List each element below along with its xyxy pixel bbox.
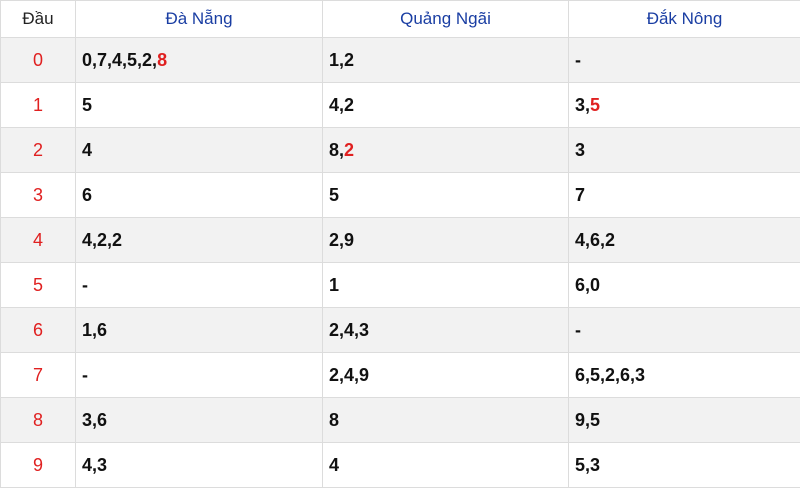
- table-row: 5 - 1 6,0: [1, 263, 800, 308]
- value-text: 4,2,2: [82, 230, 122, 250]
- quang-ngai-cell: 1: [323, 263, 569, 308]
- dak-nong-cell: -: [569, 38, 800, 83]
- head-digit-cell: 4: [1, 218, 76, 263]
- da-nang-cell: 1,6: [76, 308, 323, 353]
- value-text: 8,: [329, 140, 344, 160]
- value-text: 2,9: [329, 230, 354, 250]
- quang-ngai-cell: 2,4,3: [323, 308, 569, 353]
- value-text: 4,6,2: [575, 230, 615, 250]
- da-nang-cell: 4,2,2: [76, 218, 323, 263]
- table-row: 9 4,3 4 5,3: [1, 443, 800, 488]
- value-text: 3,6: [82, 410, 107, 430]
- da-nang-cell: 6: [76, 173, 323, 218]
- value-text: 5,3: [575, 455, 600, 475]
- head-digit-cell: 9: [1, 443, 76, 488]
- value-text: -: [575, 320, 581, 340]
- quang-ngai-cell: 4,2: [323, 83, 569, 128]
- value-text: 7: [575, 185, 585, 205]
- dak-nong-cell: 9,5: [569, 398, 800, 443]
- head-digit-cell: 3: [1, 173, 76, 218]
- value-text: 6,0: [575, 275, 600, 295]
- value-text: 3,: [575, 95, 590, 115]
- dak-nong-cell: 7: [569, 173, 800, 218]
- value-text: 8: [329, 410, 339, 430]
- quang-ngai-cell: 8,2: [323, 128, 569, 173]
- value-text: 4: [329, 455, 339, 475]
- value-text: 2,4,9: [329, 365, 369, 385]
- value-text: 2,4,3: [329, 320, 369, 340]
- dak-nong-cell: 5,3: [569, 443, 800, 488]
- head-digit-cell: 6: [1, 308, 76, 353]
- value-text: 5: [82, 95, 92, 115]
- dak-nong-cell: 3: [569, 128, 800, 173]
- table-header-row: Đầu Đà Nẵng Quảng Ngãi Đắk Nông: [1, 1, 800, 38]
- value-text: 6: [82, 185, 92, 205]
- highlighted-value: 5: [590, 95, 600, 115]
- table-row: 7 - 2,4,9 6,5,2,6,3: [1, 353, 800, 398]
- dak-nong-cell: 3,5: [569, 83, 800, 128]
- table-row: 4 4,2,2 2,9 4,6,2: [1, 218, 800, 263]
- quang-ngai-cell: 2,9: [323, 218, 569, 263]
- value-text: 6,5,2,6,3: [575, 365, 645, 385]
- head-digit-cell: 0: [1, 38, 76, 83]
- quang-ngai-cell: 5: [323, 173, 569, 218]
- value-text: 1: [329, 275, 339, 295]
- value-text: -: [82, 365, 88, 385]
- value-text: 5: [329, 185, 339, 205]
- da-nang-cell: 3,6: [76, 398, 323, 443]
- table-row: 1 5 4,2 3,5: [1, 83, 800, 128]
- highlighted-value: 8: [157, 50, 167, 70]
- value-text: 4,2: [329, 95, 354, 115]
- value-text: -: [575, 50, 581, 70]
- highlighted-value: 2: [344, 140, 354, 160]
- column-header-dau: Đầu: [1, 1, 76, 38]
- da-nang-cell: 5: [76, 83, 323, 128]
- value-text: 1,2: [329, 50, 354, 70]
- value-text: 3: [575, 140, 585, 160]
- column-header-quang-ngai: Quảng Ngãi: [323, 1, 569, 38]
- dak-nong-cell: 6,0: [569, 263, 800, 308]
- value-text: 4: [82, 140, 92, 160]
- da-nang-cell: 4: [76, 128, 323, 173]
- value-text: 1,6: [82, 320, 107, 340]
- head-digit-cell: 5: [1, 263, 76, 308]
- quang-ngai-cell: 1,2: [323, 38, 569, 83]
- table-body: 0 0,7,4,5,2,8 1,2 - 1 5 4,2 3,5 2 4 8,2 …: [1, 38, 800, 488]
- value-text: -: [82, 275, 88, 295]
- da-nang-cell: -: [76, 263, 323, 308]
- quang-ngai-cell: 4: [323, 443, 569, 488]
- table-row: 3 6 5 7: [1, 173, 800, 218]
- table-row: 6 1,6 2,4,3 -: [1, 308, 800, 353]
- da-nang-cell: 0,7,4,5,2,8: [76, 38, 323, 83]
- value-text: 4,3: [82, 455, 107, 475]
- da-nang-cell: -: [76, 353, 323, 398]
- dak-nong-cell: 6,5,2,6,3: [569, 353, 800, 398]
- head-digit-cell: 7: [1, 353, 76, 398]
- dak-nong-cell: 4,6,2: [569, 218, 800, 263]
- dak-nong-cell: -: [569, 308, 800, 353]
- head-digit-cell: 1: [1, 83, 76, 128]
- table-row: 2 4 8,2 3: [1, 128, 800, 173]
- column-header-dak-nong: Đắk Nông: [569, 1, 800, 38]
- column-header-da-nang: Đà Nẵng: [76, 1, 323, 38]
- quang-ngai-cell: 8: [323, 398, 569, 443]
- table-row: 0 0,7,4,5,2,8 1,2 -: [1, 38, 800, 83]
- head-digit-cell: 2: [1, 128, 76, 173]
- value-text: 0,7,4,5,2,: [82, 50, 157, 70]
- loto-head-table: Đầu Đà Nẵng Quảng Ngãi Đắk Nông 0 0,7,4,…: [0, 0, 800, 488]
- value-text: 9,5: [575, 410, 600, 430]
- da-nang-cell: 4,3: [76, 443, 323, 488]
- quang-ngai-cell: 2,4,9: [323, 353, 569, 398]
- table-row: 8 3,6 8 9,5: [1, 398, 800, 443]
- head-digit-cell: 8: [1, 398, 76, 443]
